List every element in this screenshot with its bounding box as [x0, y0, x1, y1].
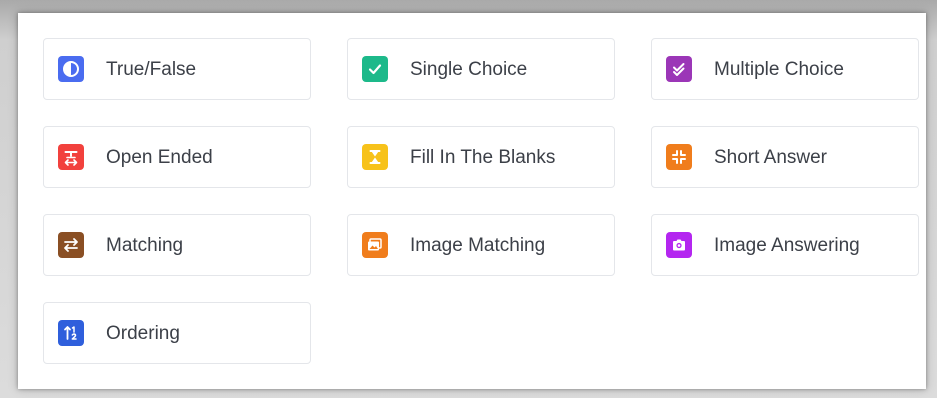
question-type-label: Ordering	[106, 323, 180, 344]
question-type-short-answer[interactable]: Short Answer	[651, 126, 919, 188]
contrast-circle-icon	[58, 56, 84, 82]
text-edit-icon	[58, 144, 84, 170]
compress-icon	[666, 144, 692, 170]
question-type-label: Open Ended	[106, 147, 213, 168]
question-type-true-false[interactable]: True/False	[43, 38, 311, 100]
question-type-single-choice[interactable]: Single Choice	[347, 38, 615, 100]
question-type-fill-in-the-blanks[interactable]: Fill In The Blanks	[347, 126, 615, 188]
question-type-panel: True/False Single Choice Multiple Choice	[18, 13, 926, 389]
hourglass-icon	[362, 144, 388, 170]
double-check-icon	[666, 56, 692, 82]
question-type-label: Short Answer	[714, 147, 827, 168]
question-type-label: Multiple Choice	[714, 59, 844, 80]
question-type-label: Fill In The Blanks	[410, 147, 556, 168]
image-icon	[362, 232, 388, 258]
sort-numeric-icon	[58, 320, 84, 346]
swap-arrows-icon	[58, 232, 84, 258]
question-type-label: Image Answering	[714, 235, 860, 256]
question-type-label: True/False	[106, 59, 197, 80]
question-type-label: Single Choice	[410, 59, 528, 80]
question-type-image-answering[interactable]: Image Answering	[651, 214, 919, 276]
camera-icon	[666, 232, 692, 258]
question-type-matching[interactable]: Matching	[43, 214, 311, 276]
question-type-label: Image Matching	[410, 235, 546, 256]
question-type-image-matching[interactable]: Image Matching	[347, 214, 615, 276]
question-type-open-ended[interactable]: Open Ended	[43, 126, 311, 188]
question-type-ordering[interactable]: Ordering	[43, 302, 311, 364]
question-type-label: Matching	[106, 235, 184, 256]
question-type-multiple-choice[interactable]: Multiple Choice	[651, 38, 919, 100]
check-icon	[362, 56, 388, 82]
